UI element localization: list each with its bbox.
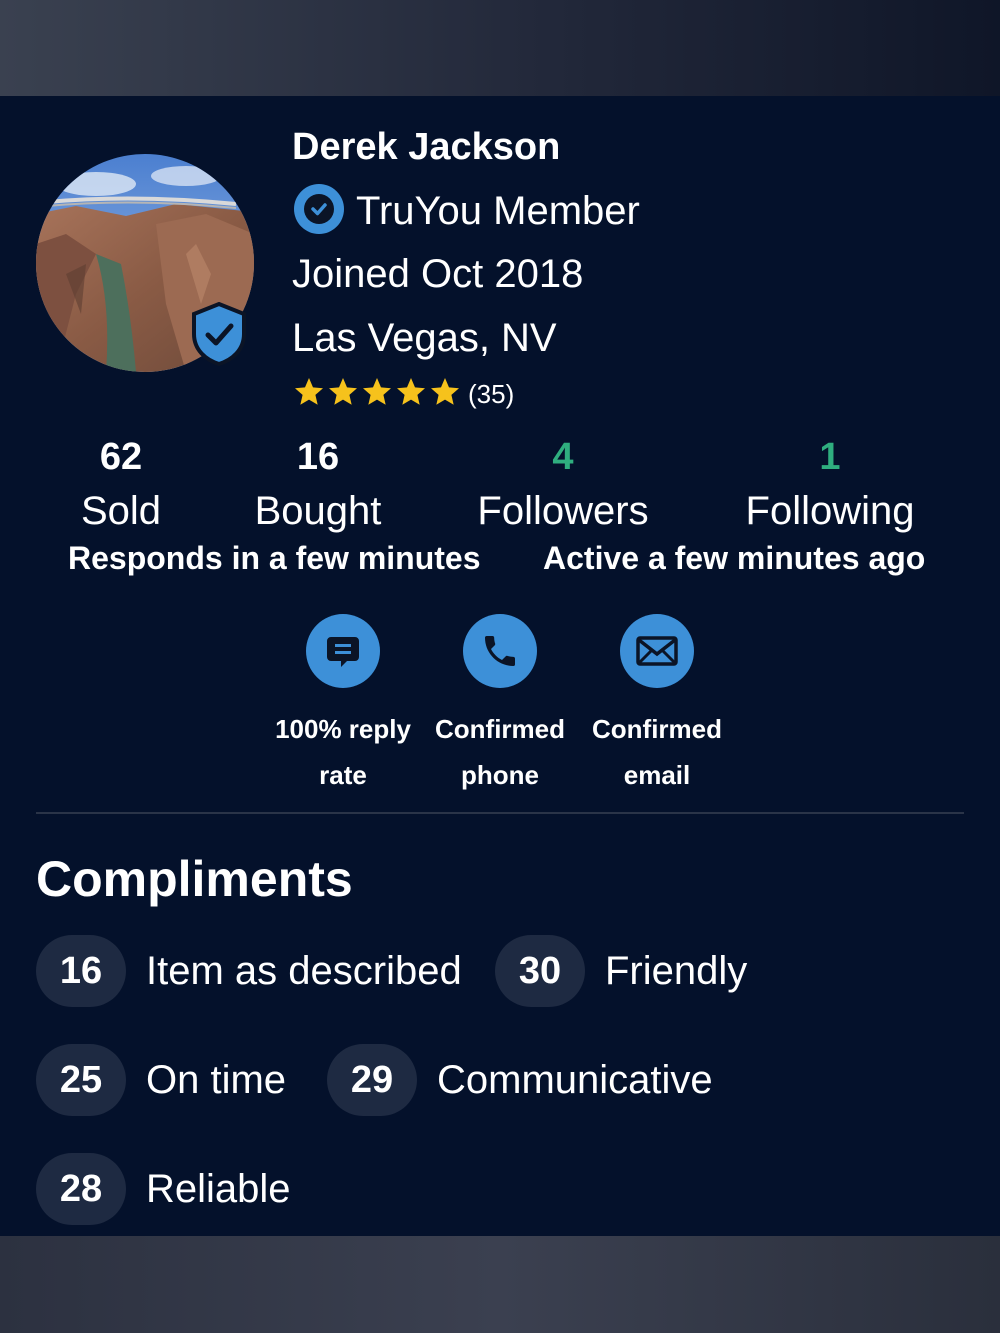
stat-label: Bought (254, 489, 382, 533)
active-status: Active a few minutes ago (543, 540, 926, 576)
divider (36, 812, 964, 814)
stat-value: 4 (552, 436, 574, 478)
membership-row: TruYou Member (292, 183, 640, 234)
compliment-label: Communicative (437, 1057, 713, 1102)
compliment-chip: 25 On time (36, 1044, 286, 1116)
trust-label-line1: 100% reply (275, 714, 411, 744)
compliment-count: 29 (327, 1044, 417, 1116)
trust-label-line1: Confirmed (592, 714, 722, 744)
compliment-chip: 16 Item as described (36, 935, 462, 1007)
verified-shield-icon (190, 301, 248, 367)
trust-label-line2: email (623, 760, 691, 790)
stat-label: Followers (477, 489, 649, 533)
trust-reply-rate: 100% reply rate (268, 614, 418, 798)
stat-label: Following (745, 489, 915, 533)
compliment-chip: 28 Reliable (36, 1153, 291, 1225)
compliment-label: On time (146, 1057, 287, 1102)
star-icon (394, 376, 428, 413)
trust-label-line2: phone (461, 760, 539, 790)
response-time: Responds in a few minutes (68, 540, 481, 576)
compliment-count: 25 (36, 1044, 126, 1116)
stat-following[interactable]: 1 Following (730, 436, 930, 534)
verified-check-icon (292, 182, 346, 241)
joined-date: Joined Oct 2018 (292, 252, 584, 296)
compliment-count: 16 (36, 935, 126, 1007)
compliment-label: Item as described (146, 948, 462, 993)
profile-name: Derek Jackson (292, 126, 561, 168)
compliment-chip: 29 Communicative (327, 1044, 713, 1116)
bottom-backdrop (0, 1236, 1000, 1333)
membership-label: TruYou Member (356, 188, 640, 233)
top-backdrop (0, 0, 1000, 96)
compliment-count: 30 (495, 935, 585, 1007)
star-icon (292, 376, 326, 413)
stat-value: 1 (819, 436, 841, 478)
envelope-icon (620, 614, 694, 688)
stat-bought: 16 Bought (218, 436, 418, 534)
trust-email: Confirmed email (582, 614, 732, 798)
compliment-label: Reliable (146, 1166, 291, 1211)
star-icon (360, 376, 394, 413)
chat-icon (306, 614, 380, 688)
stat-label: Sold (80, 489, 162, 533)
location: Las Vegas, NV (292, 316, 557, 360)
compliment-count: 28 (36, 1153, 126, 1225)
stat-sold: 62 Sold (21, 436, 221, 534)
rating[interactable]: (35) (292, 376, 514, 413)
compliment-label: Friendly (605, 948, 748, 993)
phone-icon (463, 614, 537, 688)
compliment-chip: 30 Friendly (495, 935, 747, 1007)
rating-count: (35) (468, 379, 515, 409)
compliments-heading: Compliments (36, 851, 353, 907)
trust-label-line1: Confirmed (435, 714, 565, 744)
star-icon (326, 376, 360, 413)
star-icon (428, 376, 462, 413)
trust-label-line2: rate (319, 760, 367, 790)
stat-value: 16 (296, 436, 340, 478)
stat-value: 62 (99, 436, 143, 478)
trust-phone: Confirmed phone (425, 614, 575, 798)
stat-followers[interactable]: 4 Followers (463, 436, 663, 534)
